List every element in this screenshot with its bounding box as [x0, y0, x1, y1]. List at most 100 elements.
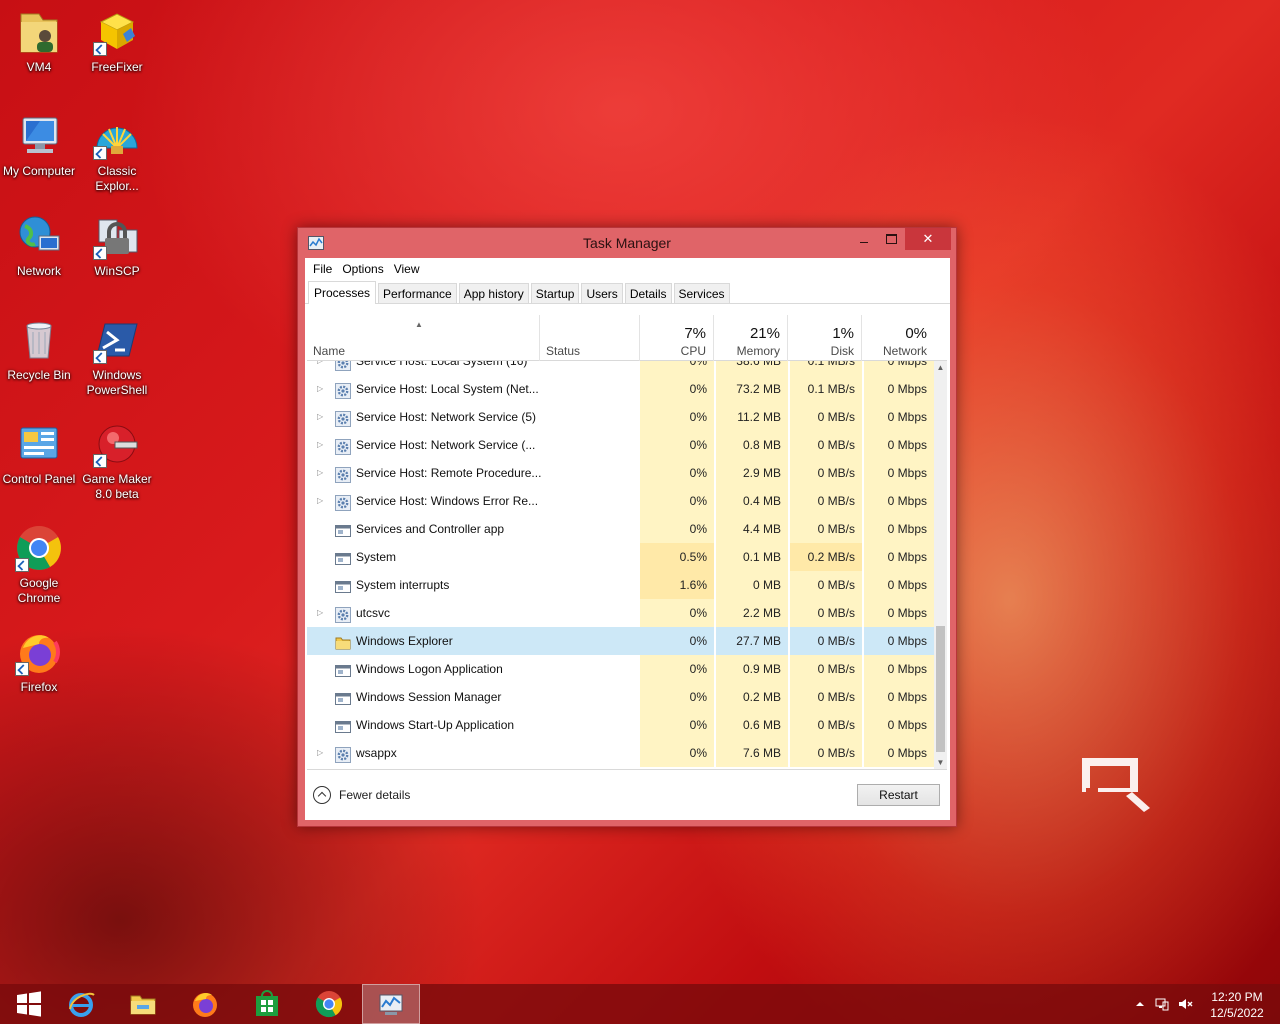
desktop-icon-google-chrome[interactable]: Google Chrome [0, 524, 78, 606]
process-row[interactable]: Windows Start-Up Application 0% 0.6 MB 0 MB… [307, 711, 934, 739]
minimize-button[interactable] [851, 228, 877, 250]
column-header-memory[interactable]: 21% Memory [714, 315, 788, 361]
gear-icon [335, 465, 351, 483]
process-cpu-cell: 0% [640, 431, 714, 459]
desktop-icon-vm4[interactable]: VM4 [0, 8, 78, 75]
computer-icon [15, 112, 63, 160]
firefox-icon [15, 628, 63, 676]
column-header-name[interactable]: ▲ Name [307, 315, 540, 361]
process-disk-cell: 0 MB/s [788, 487, 862, 515]
expand-chevron-icon[interactable]: ▷ [317, 459, 323, 487]
gear-icon [335, 409, 351, 427]
process-network-cell: 0 Mbps [862, 655, 934, 683]
column-header-cpu[interactable]: 7% CPU [640, 315, 714, 361]
process-row[interactable]: System interrupts 1.6% 0 MB 0 MB/s 0 Mbps [307, 571, 934, 599]
process-disk-cell: 0.1 MB/s [788, 375, 862, 403]
show-hidden-icons-icon[interactable] [1132, 996, 1148, 1012]
process-row[interactable]: ▷ Service Host: Local System (16) 0%38.6 M… [307, 361, 934, 375]
title-bar[interactable]: Task Manager ✕ [298, 228, 956, 258]
desktop-icon-control-panel[interactable]: Control Panel [0, 420, 78, 487]
process-network-cell: 0 Mbps [862, 571, 934, 599]
taskbar-internet-explorer[interactable] [52, 984, 110, 1024]
gear-icon [335, 437, 351, 455]
process-row[interactable]: Services and Controller app 0% 4.4 MB 0 MB/… [307, 515, 934, 543]
start-icon [17, 991, 41, 1017]
process-row[interactable]: ▷ utcsvc 0% 2.2 MB 0 MB/s 0 Mbps [307, 599, 934, 627]
taskbar-chrome[interactable] [300, 984, 358, 1024]
expand-chevron-icon[interactable]: ▷ [317, 375, 323, 403]
menu-options[interactable]: Options [338, 262, 387, 276]
column-header-network[interactable]: 0% Network [862, 315, 934, 361]
desktop-icon-network[interactable]: Network [0, 212, 78, 279]
taskbar-store[interactable] [238, 984, 296, 1024]
sort-ascending-icon: ▲ [415, 320, 423, 329]
volume-muted-icon[interactable] [1177, 996, 1193, 1012]
process-disk-cell: 0 MB/s [788, 739, 862, 767]
expand-chevron-icon[interactable]: ▷ [317, 739, 323, 767]
expand-chevron-icon[interactable]: ▷ [317, 361, 323, 375]
desktop-icon-firefox[interactable]: Firefox [0, 628, 78, 695]
column-label-name: Name [313, 344, 346, 358]
expand-chevron-icon[interactable]: ▷ [317, 431, 323, 459]
scroll-down-icon[interactable]: ▼ [934, 756, 947, 769]
process-row[interactable]: ▷ Service Host: Windows Error Re... 0% 0.4 … [307, 487, 934, 515]
menu-view[interactable]: View [390, 262, 424, 276]
expand-chevron-icon[interactable]: ▷ [317, 599, 323, 627]
process-name-cell: Windows Explorer [307, 627, 640, 655]
desktop-icon-powershell[interactable]: Windows PowerShell [78, 316, 156, 398]
process-row[interactable]: System 0.5% 0.1 MB 0.2 MB/s 0 Mbps [307, 543, 934, 571]
tab-startup[interactable]: Startup [530, 283, 580, 304]
process-disk-cell: 0.2 MB/s [788, 543, 862, 571]
tab-performance[interactable]: Performance [378, 283, 457, 304]
column-header-status[interactable]: Status [540, 315, 640, 361]
desktop-icon-game-maker[interactable]: Game Maker 8.0 beta [78, 420, 156, 502]
cpu-total-percent: 7% [684, 325, 706, 342]
collapse-chevron-icon[interactable] [313, 786, 331, 804]
process-row[interactable]: ▷ Service Host: Network Service (... 0% 0.8… [307, 431, 934, 459]
tab-app-history[interactable]: App history [458, 283, 529, 304]
vertical-scrollbar[interactable]: ▲ ▼ [934, 361, 947, 769]
column-header-disk[interactable]: 1% Disk [788, 315, 862, 361]
taskbar-file-explorer[interactable] [114, 984, 172, 1024]
gear-icon [335, 745, 351, 763]
process-row[interactable]: Windows Session Manager 0% 0.2 MB 0 MB/s 0 M… [307, 683, 934, 711]
tab-services[interactable]: Services [673, 283, 730, 304]
expand-chevron-icon[interactable]: ▷ [317, 403, 323, 431]
menu-file[interactable]: File [309, 262, 336, 276]
desktop-icon-winscp[interactable]: WinSCP [78, 212, 156, 279]
scroll-up-icon[interactable]: ▲ [934, 361, 947, 375]
scroll-thumb[interactable] [936, 626, 945, 752]
expand-chevron-icon[interactable]: ▷ [317, 487, 323, 515]
powershell-icon [93, 316, 141, 364]
process-name-cell: Windows Start-Up Application [307, 711, 640, 739]
desktop-icon-recycle-bin[interactable]: Recycle Bin [0, 316, 78, 383]
desktop-icon-my-computer[interactable]: My Computer [0, 112, 78, 179]
fewer-details-link[interactable]: Fewer details [339, 788, 410, 802]
system-clock[interactable]: 12:20 PM 12/5/2022 [1200, 989, 1274, 1021]
process-row[interactable]: ▷ Service Host: Local System (Net... 0% 73.… [307, 375, 934, 403]
process-row[interactable]: ▷ Service Host: Network Service (5) 0% 11.2… [307, 403, 934, 431]
shortcut-arrow-icon [15, 662, 29, 676]
process-row[interactable]: ▷ wsappx 0% 7.6 MB 0 MB/s 0 Mbps [307, 739, 934, 767]
taskbar-firefox[interactable] [176, 984, 234, 1024]
process-memory-cell: 0.9 MB [714, 655, 788, 683]
process-name-cell: ▷ Service Host: Local System (Net... [307, 375, 640, 403]
restart-button[interactable]: Restart [857, 784, 940, 806]
process-row[interactable]: ▷ Service Host: Remote Procedure... 0% 2.9 … [307, 459, 934, 487]
desktop-icon-label: Game Maker 8.0 beta [82, 472, 152, 501]
taskbar-task-manager[interactable] [362, 984, 420, 1024]
tab-details[interactable]: Details [624, 283, 672, 304]
process-network-cell: 0 Mbps [862, 627, 934, 655]
tab-users[interactable]: Users [581, 283, 623, 304]
maximize-button[interactable] [878, 228, 904, 250]
disk-total-percent: 1% [832, 325, 854, 342]
close-button[interactable]: ✕ [905, 228, 951, 250]
desktop-icon-freefixer[interactable]: FreeFixer [78, 8, 156, 75]
process-row[interactable]: Windows Logon Application 0% 0.9 MB 0 MB/s 0… [307, 655, 934, 683]
desktop-icon-classic-explorer[interactable]: Classic Explor... [78, 112, 156, 194]
process-row[interactable]: Windows Explorer 0% 27.7 MB 0 MB/s 0 Mbps [307, 627, 934, 655]
process-cpu-cell: 0% [640, 515, 714, 543]
start-button[interactable] [0, 984, 58, 1024]
tab-processes[interactable]: Processes [308, 281, 377, 304]
network-icon[interactable] [1154, 996, 1170, 1012]
